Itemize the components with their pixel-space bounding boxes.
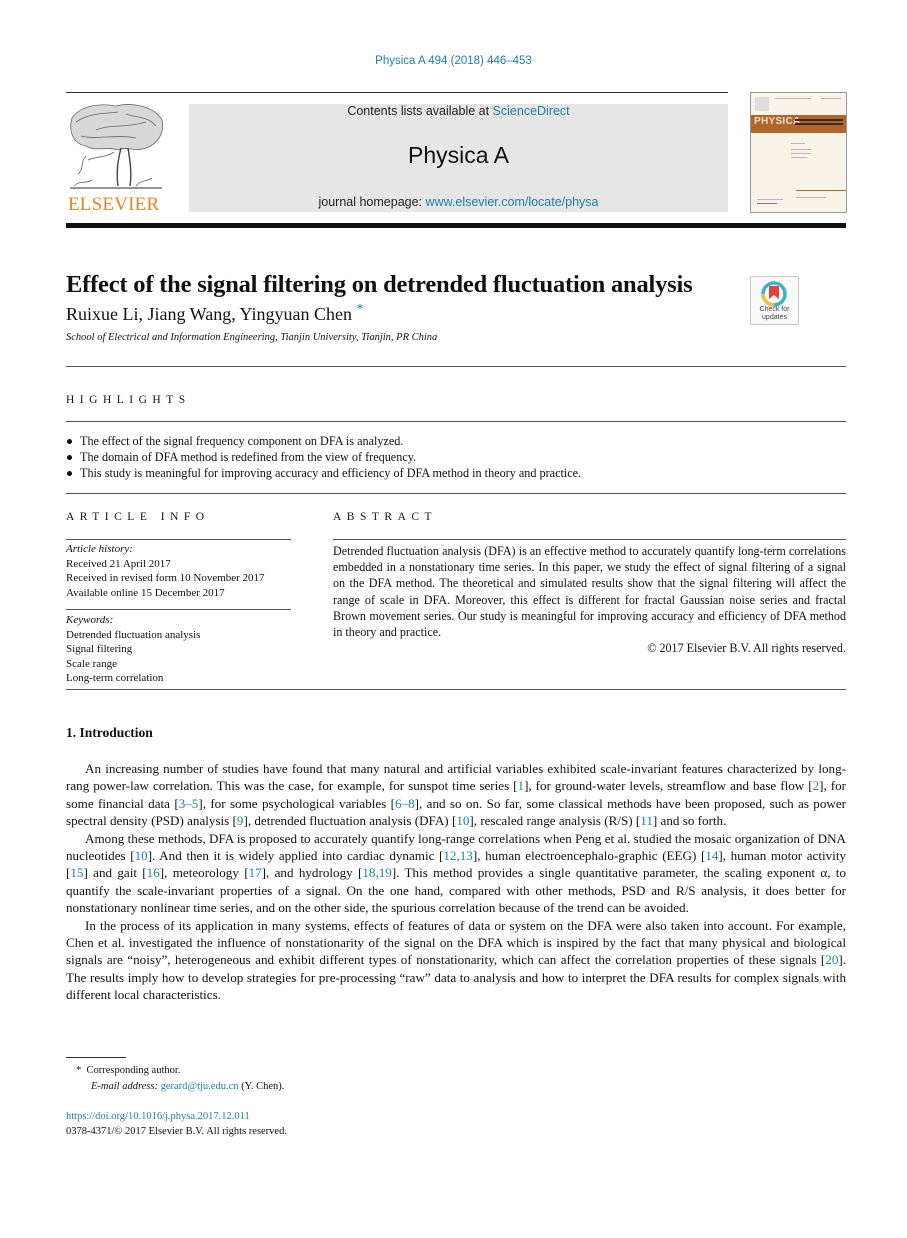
- introduction-body: An increasing number of studies have fou…: [66, 760, 846, 1004]
- highlight-item: The domain of DFA method is redefined fr…: [66, 449, 846, 465]
- article-info-heading: ARTICLE INFO: [66, 511, 210, 523]
- keywords-rule: [66, 609, 291, 610]
- citation-link[interactable]: 17: [249, 865, 262, 880]
- keywords: Keywords: Detrended fluctuation analysis…: [66, 613, 291, 686]
- masthead-top-rule: [66, 92, 728, 93]
- paper-title: Effect of the signal filtering on detren…: [66, 271, 693, 298]
- highlights-heading: HIGHLIGHTS: [66, 394, 191, 406]
- affiliation: School of Electrical and Information Eng…: [66, 332, 438, 343]
- abstract-copyright: © 2017 Elsevier B.V. All rights reserved…: [647, 641, 846, 656]
- keyword-item: Detrended fluctuation analysis: [66, 628, 201, 641]
- citation-link[interactable]: 10: [456, 813, 469, 828]
- history-received: Received 21 April 2017: [66, 557, 171, 570]
- history-online: Available online 15 December 2017: [66, 586, 225, 599]
- email-label: E-mail address:: [91, 1081, 158, 1092]
- elsevier-tree-logo-icon: [70, 104, 164, 189]
- footnote-corresponding-text: Corresponding author.: [86, 1065, 181, 1076]
- section-heading-introduction: 1. Introduction: [66, 725, 153, 740]
- abstract-rule: [333, 539, 846, 540]
- footnote-marker: *: [76, 1065, 82, 1076]
- highlights-bottom-rule: [66, 493, 846, 494]
- citation-link[interactable]: 11: [640, 813, 653, 828]
- journal-homepage-link[interactable]: www.elsevier.com/locate/physa: [426, 195, 599, 209]
- citation-link[interactable]: 16: [147, 865, 160, 880]
- keyword-item: Long-term correlation: [66, 672, 164, 684]
- journal-citation-link[interactable]: Physica A 494 (2018) 446–453: [375, 55, 532, 67]
- highlights-rule: [66, 421, 846, 422]
- footnote-rule: [66, 1057, 126, 1058]
- corresponding-author-marker[interactable]: *: [357, 302, 364, 317]
- highlight-item: This study is meaningful for improving a…: [66, 465, 846, 481]
- highlight-item: The effect of the signal frequency compo…: [66, 433, 846, 449]
- masthead-bottom-rule: [66, 223, 846, 228]
- citation-link[interactable]: 15: [70, 865, 83, 880]
- running-head[interactable]: Physica A 494 (2018) 446–453: [0, 55, 907, 67]
- highlights-list: The effect of the signal frequency compo…: [66, 433, 846, 482]
- contents-label: Contents lists available at: [347, 104, 493, 118]
- email-link[interactable]: gerard@tju.edu.cn: [161, 1081, 239, 1092]
- citation-link[interactable]: 14: [705, 848, 718, 863]
- homepage-line: journal homepage: www.elsevier.com/locat…: [189, 195, 728, 209]
- crossmark-icon: [761, 281, 787, 307]
- article-info-rule: [66, 539, 291, 540]
- footnote-corresponding: * Corresponding author.: [76, 1064, 180, 1078]
- citation-link[interactable]: 3–5: [179, 796, 199, 811]
- abstract-text: Detrended fluctuation analysis (DFA) is …: [333, 544, 846, 640]
- abstract-heading: ABSTRACT: [333, 511, 438, 523]
- footnote-email: E-mail address: gerard@tju.edu.cn (Y. Ch…: [91, 1080, 284, 1094]
- issn-copyright: 0378-4371/© 2017 Elsevier B.V. All right…: [66, 1126, 287, 1137]
- citation-link[interactable]: 18,19: [362, 865, 391, 880]
- homepage-label: journal homepage:: [318, 195, 426, 209]
- cover-title: PHYSICA: [754, 116, 801, 127]
- front-matter-bottom-rule: [66, 689, 846, 690]
- article-history-label: Article history:: [66, 543, 133, 555]
- crossmark-label: Check for updates: [759, 306, 790, 321]
- masthead-banner: Contents lists available at ScienceDirec…: [189, 104, 728, 212]
- citation-link[interactable]: 12,13: [443, 848, 472, 863]
- journal-cover-thumbnail[interactable]: PHYSICA: [750, 92, 847, 213]
- paragraph: An increasing number of studies have fou…: [66, 761, 847, 829]
- authors-text: Ruixue Li, Jiang Wang, Yingyuan Chen: [66, 304, 353, 324]
- article-history: Article history: Received 21 April 2017 …: [66, 542, 291, 600]
- title-block: Effect of the signal filtering on detren…: [66, 270, 766, 343]
- keyword-item: Signal filtering: [66, 643, 133, 655]
- email-suffix: (Y. Chen).: [238, 1081, 285, 1092]
- contents-line: Contents lists available at ScienceDirec…: [189, 104, 728, 118]
- citation-link[interactable]: 10: [135, 848, 148, 863]
- paragraph: Among these methods, DFA is proposed to …: [66, 830, 847, 916]
- elsevier-logo-text: ELSEVIER: [68, 194, 160, 215]
- keyword-item: Scale range: [66, 657, 117, 670]
- citation-link[interactable]: 20: [825, 952, 838, 967]
- history-revised: Received in revised form 10 November 201…: [66, 572, 265, 584]
- author-list: Ruixue Li, Jiang Wang, Yingyuan Chen *: [66, 302, 766, 325]
- keywords-label: Keywords:: [66, 614, 114, 626]
- abstract: Detrended fluctuation analysis (DFA) is …: [333, 543, 846, 656]
- paragraph: In the process of its application in man…: [66, 917, 846, 1003]
- sciencedirect-link[interactable]: ScienceDirect: [493, 104, 570, 118]
- citation-link[interactable]: 6–8: [395, 796, 415, 811]
- check-for-updates-button[interactable]: Check for updates: [750, 276, 799, 325]
- title-divider: [66, 366, 846, 367]
- journal-masthead: ELSEVIER Contents lists available at Sci…: [66, 92, 847, 228]
- journal-name: Physica A: [408, 142, 509, 168]
- doi-link[interactable]: https://doi.org/10.1016/j.physa.2017.12.…: [66, 1111, 250, 1122]
